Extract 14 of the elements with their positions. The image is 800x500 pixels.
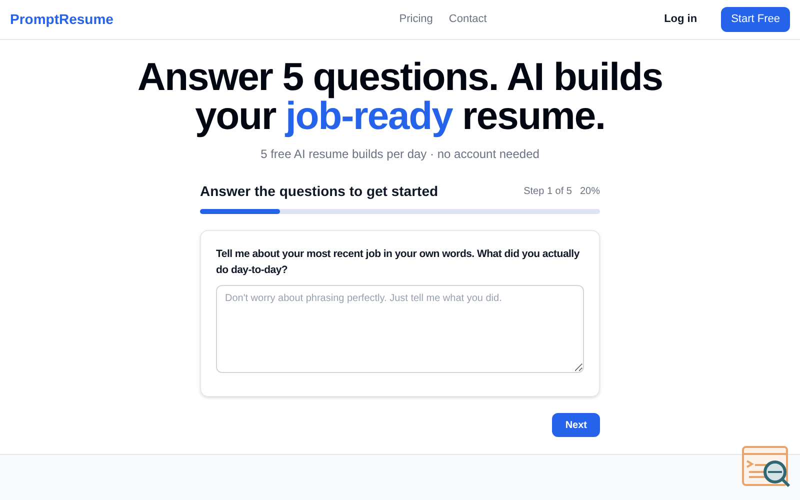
next-button[interactable]: Next [552,413,600,437]
nav-link[interactable]: Contact [448,11,487,28]
step-label: Step 1 of 5 [524,185,572,199]
login-link[interactable]: Log in [656,11,706,28]
nav-link[interactable]: Pricing [399,11,433,28]
subtitle: 5 free AI resume builds per day · no account needed [260,146,540,163]
percent-label: 20% [580,185,600,199]
progress-title: Answer the questions to get started [200,182,438,201]
search-window-icon[interactable] [741,445,792,489]
logo[interactable]: PromptResume [10,9,130,30]
headline: Answer 5 questions. AI builds your job-ready resume. [136,58,664,136]
question-text: Tell me about your most recent job in your own words. What did you actually do day-to-day? [216,247,580,278]
start-free-button[interactable]: Start Free [721,7,790,32]
answer-field[interactable]: Don't worry about phrasing perfectly. Just tell me what you did. [216,285,584,373]
